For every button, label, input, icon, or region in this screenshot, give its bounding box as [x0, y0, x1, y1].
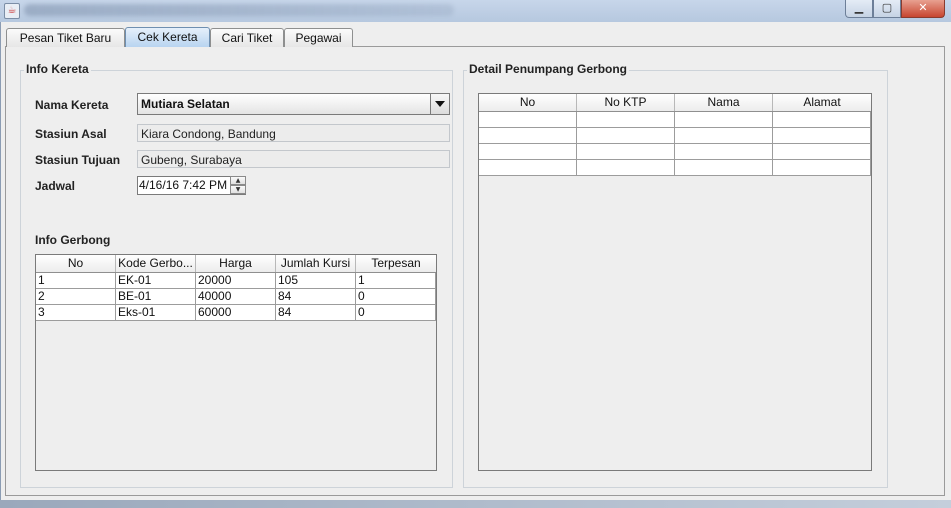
tab-cari-tiket[interactable]: Cari Tiket	[210, 28, 284, 47]
table-cell[interactable]	[675, 128, 773, 144]
close-button[interactable]: ✕	[901, 0, 945, 18]
table-row[interactable]	[479, 128, 871, 144]
nama-kereta-label: Nama Kereta	[35, 98, 109, 112]
jadwal-label: Jadwal	[35, 179, 76, 193]
table-cell[interactable]: 2	[36, 289, 116, 305]
table-row[interactable]	[479, 160, 871, 176]
gerbong-table-header: No Kode Gerbo... Harga Jumlah Kursi Terp…	[36, 255, 436, 273]
table-cell[interactable]: 0	[356, 289, 436, 305]
table-cell[interactable]	[675, 160, 773, 176]
maximize-button[interactable]: ▢	[873, 0, 901, 18]
column-header-kode-gerbong[interactable]: Kode Gerbo...	[116, 255, 196, 272]
spinner-up-icon[interactable]: ▲	[230, 176, 246, 185]
table-cell[interactable]: 3	[36, 305, 116, 321]
java-app-icon: ☕	[4, 3, 20, 19]
detail-penumpang-group: Detail Penumpang Gerbong No No KTP Nama …	[463, 62, 888, 488]
table-cell[interactable]: 40000	[196, 289, 276, 305]
info-kereta-group: Info Kereta Nama Kereta Mutiara Selatan …	[20, 62, 453, 488]
table-cell[interactable]	[479, 128, 577, 144]
column-header-jumlah-kursi[interactable]: Jumlah Kursi	[276, 255, 356, 272]
table-cell[interactable]	[577, 144, 675, 160]
table-cell[interactable]: 20000	[196, 273, 276, 289]
stasiun-asal-field: Kiara Condong, Bandung	[137, 124, 450, 142]
minimize-button[interactable]: ▁	[845, 0, 873, 18]
table-cell[interactable]: 1	[36, 273, 116, 289]
table-cell[interactable]: 84	[276, 305, 356, 321]
column-header-no[interactable]: No	[36, 255, 116, 272]
column-header-alamat[interactable]: Alamat	[773, 94, 871, 111]
column-header-harga[interactable]: Harga	[196, 255, 276, 272]
table-cell[interactable]: 105	[276, 273, 356, 289]
penumpang-table-header: No No KTP Nama Alamat	[479, 94, 871, 112]
table-row[interactable]: 2 BE-01 40000 84 0	[36, 289, 436, 305]
spinner-down-icon[interactable]: ▼	[230, 185, 246, 194]
table-row[interactable]	[479, 112, 871, 128]
detail-penumpang-title: Detail Penumpang Gerbong	[467, 62, 630, 76]
table-cell[interactable]: Eks-01	[116, 305, 196, 321]
table-cell[interactable]	[675, 112, 773, 128]
stasiun-tujuan-label: Stasiun Tujuan	[35, 153, 121, 167]
table-row[interactable]: 3 Eks-01 60000 84 0	[36, 305, 436, 321]
table-cell[interactable]: EK-01	[116, 273, 196, 289]
table-cell[interactable]	[577, 112, 675, 128]
table-cell[interactable]	[479, 112, 577, 128]
table-cell[interactable]	[577, 160, 675, 176]
column-header-terpesan[interactable]: Terpesan	[356, 255, 436, 272]
main-window: Pesan Tiket Baru Cek Kereta Cari Tiket P…	[0, 22, 951, 500]
table-cell[interactable]: 84	[276, 289, 356, 305]
table-cell[interactable]	[675, 144, 773, 160]
tab-cek-kereta[interactable]: Cek Kereta	[125, 27, 210, 47]
gerbong-table[interactable]: No Kode Gerbo... Harga Jumlah Kursi Terp…	[35, 254, 437, 471]
table-cell[interactable]	[479, 144, 577, 160]
jadwal-spinner[interactable]: 4/16/16 7:42 PM ▲ ▼	[137, 176, 246, 195]
table-row[interactable]	[479, 144, 871, 160]
chevron-down-icon[interactable]	[430, 94, 449, 114]
tab-pesan-tiket-baru[interactable]: Pesan Tiket Baru	[6, 28, 125, 47]
table-cell[interactable]: 60000	[196, 305, 276, 321]
info-kereta-title: Info Kereta	[24, 62, 91, 76]
column-header-nama[interactable]: Nama	[675, 94, 773, 111]
minimize-icon: ▁	[854, 1, 864, 14]
close-icon: ✕	[918, 1, 928, 14]
info-gerbong-title: Info Gerbong	[35, 233, 111, 247]
stasiun-tujuan-field: Gubeng, Surabaya	[137, 150, 450, 168]
maximize-icon: ▢	[881, 1, 893, 14]
table-cell[interactable]: BE-01	[116, 289, 196, 305]
tab-pegawai[interactable]: Pegawai	[284, 28, 353, 47]
column-header-no[interactable]: No	[479, 94, 577, 111]
nama-kereta-combobox[interactable]: Mutiara Selatan	[137, 93, 450, 115]
taskbar-blurred	[0, 500, 951, 508]
column-header-no-ktp[interactable]: No KTP	[577, 94, 675, 111]
table-row[interactable]: 1 EK-01 20000 105 1	[36, 273, 436, 289]
table-cell[interactable]	[773, 144, 871, 160]
window-titlebar: ☕ ▁ ▢ ✕	[0, 0, 951, 22]
window-title-blurred	[24, 4, 454, 16]
penumpang-table[interactable]: No No KTP Nama Alamat	[478, 93, 872, 471]
table-cell[interactable]	[773, 112, 871, 128]
table-cell[interactable]	[773, 160, 871, 176]
table-cell[interactable]: 1	[356, 273, 436, 289]
table-cell[interactable]: 0	[356, 305, 436, 321]
table-cell[interactable]	[479, 160, 577, 176]
stasiun-asal-label: Stasiun Asal	[35, 127, 107, 141]
table-cell[interactable]	[773, 128, 871, 144]
jadwal-value: 4/16/16 7:42 PM	[139, 178, 228, 192]
table-cell[interactable]	[577, 128, 675, 144]
nama-kereta-value: Mutiara Selatan	[141, 97, 230, 111]
